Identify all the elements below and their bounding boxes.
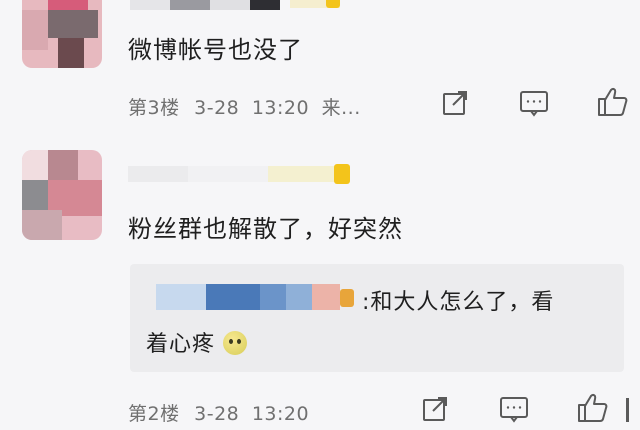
time-label: 13:20 [251,403,310,425]
vip-badge [340,289,354,311]
time-label: 13:20 [251,97,310,119]
sweat-emoji-icon [223,331,248,355]
vip-badge [334,164,350,188]
reply-text-line2: 着心疼 [146,326,248,358]
like-icon[interactable] [596,86,630,118]
comment-text: 微博帐号也没了 [128,36,303,64]
share-icon[interactable] [440,88,470,118]
like-icon[interactable] [576,392,610,424]
username-mosaic[interactable] [128,166,338,182]
date-label: 3-28 [194,97,240,119]
reply-text-line1: :和大人怎么了，看 [362,290,555,315]
reply-text: 着心疼 [146,332,216,357]
next-action-icon-partial[interactable] [626,398,629,422]
floor-label: 第2楼 [128,403,180,425]
comment-meta: 第3楼 3-28 13:20 来... [128,93,361,120]
reply-preview[interactable]: :和大人怎么了，看 着心疼 [130,264,624,372]
comment-icon[interactable] [518,88,550,118]
floor-label: 第3楼 [128,97,180,119]
source-label: 来... [321,97,361,119]
share-icon[interactable] [420,394,450,424]
comment-meta: 第2楼 3-28 13:20 [128,399,309,426]
reply-username-mosaic[interactable] [156,284,356,310]
comment-text: 粉丝群也解散了，好突然 [128,215,403,243]
avatar[interactable] [22,150,102,240]
vip-badge [290,0,340,8]
comment-icon[interactable] [498,394,530,424]
avatar[interactable] [22,0,102,68]
date-label: 3-28 [194,403,240,425]
username-mosaic[interactable] [130,0,280,10]
